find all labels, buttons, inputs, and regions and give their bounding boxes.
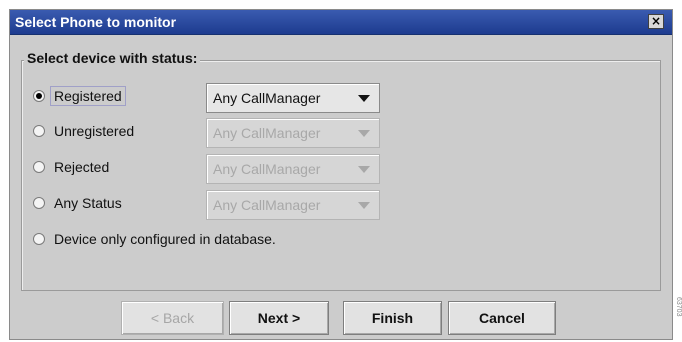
radio-label-unregistered[interactable]: Unregistered — [54, 123, 134, 139]
combo-value: Any CallManager — [213, 90, 321, 106]
radio-label-rejected[interactable]: Rejected — [54, 159, 109, 175]
callmanager-select-registered[interactable]: Any CallManager — [206, 83, 380, 113]
select-phone-dialog: Select Phone to monitor × Select device … — [9, 9, 673, 340]
radio-rejected[interactable] — [33, 161, 45, 173]
next-button[interactable]: Next > — [229, 301, 329, 335]
cancel-button[interactable]: Cancel — [448, 301, 556, 335]
title-bar[interactable]: Select Phone to monitor × — [10, 10, 672, 35]
radio-database-only[interactable] — [33, 233, 45, 245]
radio-label-database-only[interactable]: Device only configured in database. — [54, 231, 276, 247]
combo-value: Any CallManager — [213, 125, 321, 141]
chevron-down-icon — [358, 95, 370, 102]
callmanager-select-any-status: Any CallManager — [206, 190, 380, 220]
close-icon[interactable]: × — [648, 14, 664, 29]
option-row-database-only: Device only configured in database. — [33, 229, 653, 253]
combo-value: Any CallManager — [213, 161, 321, 177]
option-row-unregistered: Unregistered Any CallManager — [33, 118, 653, 148]
option-row-any-status: Any Status Any CallManager — [33, 190, 653, 220]
finish-button[interactable]: Finish — [343, 301, 442, 335]
figure-id: 63703 — [675, 297, 682, 317]
radio-any-status[interactable] — [33, 197, 45, 209]
callmanager-select-unregistered: Any CallManager — [206, 118, 380, 148]
combo-value: Any CallManager — [213, 197, 321, 213]
option-row-rejected: Rejected Any CallManager — [33, 154, 653, 184]
group-legend: Select device with status: — [24, 50, 201, 66]
chevron-down-icon — [358, 166, 370, 173]
chevron-down-icon — [358, 202, 370, 209]
callmanager-select-rejected: Any CallManager — [206, 154, 380, 184]
radio-registered[interactable] — [33, 90, 45, 102]
chevron-down-icon — [358, 130, 370, 137]
radio-unregistered[interactable] — [33, 125, 45, 137]
radio-label-registered[interactable]: Registered — [50, 86, 126, 106]
window-title: Select Phone to monitor — [15, 14, 177, 30]
back-button: < Back — [121, 301, 224, 335]
option-row-registered: Registered Any CallManager — [33, 83, 653, 113]
radio-label-any-status[interactable]: Any Status — [54, 195, 122, 211]
